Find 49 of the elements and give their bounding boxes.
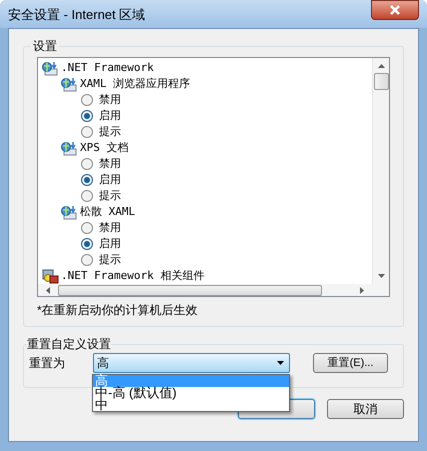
dropdown-arrow-icon: [277, 361, 284, 365]
radio-button[interactable]: [81, 110, 93, 122]
tree-item[interactable]: 松散 XAML: [80, 204, 136, 220]
radio-button[interactable]: [81, 222, 93, 234]
radio-label: 禁用: [99, 156, 121, 172]
radio-label: 提示: [99, 124, 121, 140]
scroll-up-icon: [378, 64, 384, 68]
level-dropdown[interactable]: 高: [93, 353, 290, 373]
tree-item[interactable]: XPS 文档: [80, 140, 128, 156]
dialog-button[interactable]: 取消: [327, 399, 404, 419]
radio-button[interactable]: [81, 254, 93, 266]
components-icon: [42, 268, 59, 284]
radio-label: 启用: [99, 108, 121, 124]
radio-button[interactable]: [81, 174, 93, 186]
network-settings-icon: [42, 60, 59, 76]
radio-label: 启用: [99, 236, 121, 252]
radio-button[interactable]: [81, 158, 93, 170]
network-settings-icon: [61, 76, 78, 92]
tree-item[interactable]: .NET Framework: [61, 60, 154, 76]
window-title: 安全设置 - Internet 区域: [8, 6, 146, 24]
radio-button[interactable]: [81, 190, 93, 202]
network-settings-icon: [61, 204, 78, 220]
radio-button[interactable]: [81, 126, 93, 138]
close-icon: [389, 5, 401, 15]
radio-label: 启用: [99, 172, 121, 188]
scroll-left-icon: [46, 286, 50, 294]
vertical-scrollbar[interactable]: [372, 58, 389, 284]
radio-label: 提示: [99, 188, 121, 204]
scroll-thumb[interactable]: [58, 284, 322, 296]
dropdown-option[interactable]: 中: [93, 399, 289, 411]
scroll-down-icon: [378, 274, 384, 278]
radio-label: 禁用: [99, 220, 121, 236]
reset-button[interactable]: 重置(E)...: [313, 353, 388, 373]
group-label: 重置自定义设置: [27, 337, 111, 351]
horizontal-scrollbar[interactable]: [38, 284, 389, 296]
scroll-right-icon: [360, 286, 364, 294]
radio-label: 提示: [99, 252, 121, 268]
radio-label: 禁用: [99, 92, 121, 108]
scroll-thumb[interactable]: [374, 73, 388, 90]
restart-note: *在重新启动你的计算机后生效: [37, 303, 198, 317]
tree-item[interactable]: .NET Framework 相关组件: [61, 268, 204, 284]
close-button[interactable]: [371, 0, 419, 20]
radio-button[interactable]: [81, 94, 93, 106]
dropdown-option[interactable]: 中-高 (默认值): [93, 387, 289, 399]
radio-button[interactable]: [81, 238, 93, 250]
reset-to-label: 重置为: [29, 355, 66, 372]
network-settings-icon: [61, 140, 78, 156]
tree-item[interactable]: XAML 浏览器应用程序: [80, 76, 190, 92]
group-label: 设置: [33, 39, 57, 53]
